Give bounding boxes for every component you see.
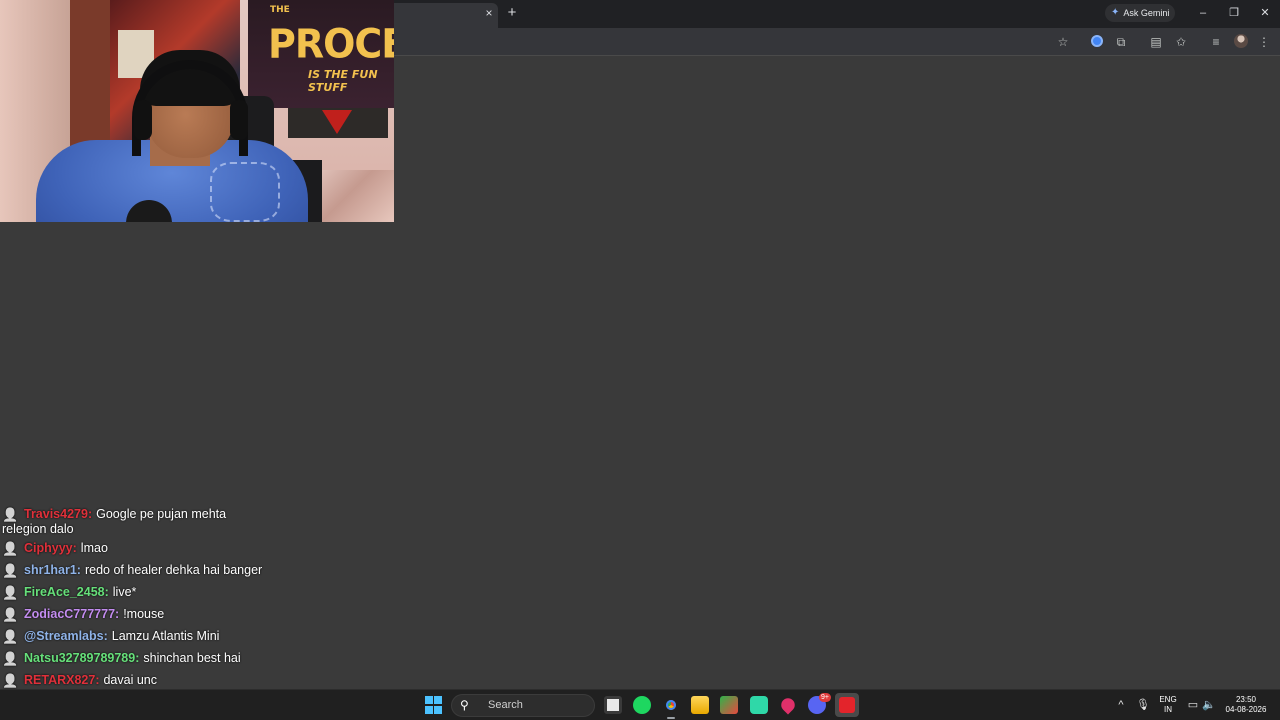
minimize-button[interactable]: – [1195, 5, 1211, 21]
chat-text: redo of healer dehka hai banger [84, 563, 263, 577]
chat-username: ZodiacC777777: [24, 607, 120, 621]
banner-sub-text: IS THE FUN STUFF [308, 68, 378, 94]
spotify-icon[interactable] [633, 696, 651, 714]
chat-message: 👤 Natsu32789789789: shinchan best hai [0, 651, 300, 667]
chat-message: 👤 @Streamlabs: Lamzu Atlantis Mini [0, 629, 300, 645]
ask-gemini-label: Ask Gemini [1123, 8, 1170, 18]
bookmark-star-icon[interactable]: ☆ [1055, 34, 1071, 50]
chat-text-continued: relegion dalo [2, 521, 74, 536]
chat-username: Ciphyyy: [24, 541, 77, 555]
user-avatar-icon: 👤 [2, 541, 19, 556]
restore-button[interactable]: ❐ [1226, 5, 1242, 21]
chat-message: 👤 Ciphyyy: lmao [0, 541, 300, 557]
volume-icon[interactable]: 🔈 [1202, 698, 1216, 712]
chat-message-body: shr1har1: redo of healer dehka hai banger [24, 563, 300, 578]
chat-username: shr1har1: [24, 563, 81, 577]
chat-username: @Streamlabs: [24, 629, 108, 643]
language-indicator[interactable]: ENG IN [1156, 695, 1180, 715]
gemini-spark-icon: ✦ [1111, 7, 1120, 18]
clock[interactable]: 23:50 04-08-2026 [1222, 695, 1270, 715]
chat-text: shinchan best hai [143, 651, 241, 665]
clock-date: 04-08-2026 [1225, 705, 1267, 714]
windows-logo-tile [425, 696, 433, 704]
reading-mode-icon[interactable]: ▤ [1148, 34, 1164, 50]
user-avatar-icon: 👤 [2, 585, 19, 600]
extension-icon[interactable] [1091, 35, 1103, 47]
tab-close-icon[interactable]: × [484, 7, 494, 19]
ask-gemini-button[interactable]: ✦ Ask Gemini [1105, 4, 1175, 22]
chat-username: Travis4279: [24, 507, 93, 521]
chat-message-body: @Streamlabs: Lamzu Atlantis Mini [24, 629, 300, 644]
windows-taskbar: ⚲ Search 9+ ^ 🎙 ENG IN ▭ 🔈 23:50 04-08-2… [0, 689, 1280, 720]
taskbar-search[interactable]: ⚲ Search [451, 694, 595, 717]
extensions-puzzle-icon[interactable]: ⧉ [1113, 34, 1129, 50]
webcam-overlay: THE PROCESS IS THE FUN STUFF [0, 0, 394, 222]
close-window-button[interactable]: ✕ [1257, 5, 1273, 21]
map-pin-icon[interactable] [778, 695, 798, 715]
chat-message: 👤 Travis4279: Google pe pujan mehta relegio… [0, 507, 300, 536]
tray-chevron-icon[interactable]: ^ [1114, 698, 1128, 712]
taskbar-search-label: Search [488, 699, 523, 711]
chat-text: Lamzu Atlantis Mini [111, 629, 220, 643]
shirt-print [210, 162, 280, 222]
game-app-icon[interactable] [750, 696, 768, 714]
user-avatar-icon: 👤 [2, 507, 19, 522]
language-code: ENG [1159, 695, 1177, 704]
chrome-icon[interactable] [662, 696, 680, 714]
user-avatar-icon: 👤 [2, 607, 19, 622]
windows-logo-tile [434, 705, 442, 714]
chat-message-body: RETARX827: davai unc [24, 673, 300, 688]
clock-time: 23:50 [1235, 695, 1257, 704]
user-avatar-icon: 👤 [2, 651, 19, 666]
chat-text: live* [112, 585, 137, 599]
search-icon: ⚲ [460, 698, 469, 712]
profile-avatar[interactable] [1234, 34, 1248, 48]
chat-username: FireAce_2458: [24, 585, 109, 599]
chat-message-body: Travis4279: Google pe pujan mehta relegion… [2, 507, 300, 536]
network-icon[interactable]: ▭ [1186, 698, 1200, 712]
start-button[interactable] [425, 696, 443, 714]
banner-small-text: THE [270, 5, 290, 15]
chat-message: 👤 RETARX827: davai unc [0, 673, 300, 689]
file-explorer-icon[interactable] [691, 696, 709, 714]
headphone-ear-right [230, 100, 248, 140]
chat-text: davai unc [103, 673, 157, 687]
chat-message-body: ZodiacC777777: !mouse [24, 607, 300, 622]
chat-message: 👤 shr1har1: redo of healer dehka hai bange… [0, 563, 300, 579]
windows-logo-tile [425, 705, 433, 714]
task-view-icon[interactable] [604, 696, 622, 714]
microphone-tray-icon[interactable]: 🎙 [1136, 698, 1150, 712]
discord-badge: 9+ [819, 693, 831, 702]
user-avatar-icon: 👤 [2, 673, 19, 688]
user-avatar-icon: 👤 [2, 563, 19, 578]
chat-text: !mouse [123, 607, 165, 621]
chat-message-body: Natsu32789789789: shinchan best hai [24, 651, 300, 666]
media-control-icon[interactable]: ≡ [1208, 34, 1224, 50]
user-avatar-icon: 👤 [2, 629, 19, 644]
chat-text: lmao [80, 541, 108, 555]
chrome-active-indicator [667, 717, 675, 719]
screen: × + ✦ Ask Gemini – ❐ ✕ ☆ ⧉ ▤ ✩ ≡ ⋮ THE P… [0, 0, 1280, 720]
browser-tab[interactable] [394, 3, 498, 28]
chat-message: 👤 FireAce_2458: live* [0, 585, 300, 601]
browser-menu-icon[interactable]: ⋮ [1256, 34, 1272, 50]
chat-text: Google pe pujan mehta [96, 507, 227, 521]
windows-logo-tile [434, 696, 442, 704]
headphone-ear-left [134, 100, 152, 140]
chat-username: RETARX827: [24, 673, 100, 687]
chat-message: 👤 ZodiacC777777: !mouse [0, 607, 300, 623]
chat-message-body: Ciphyyy: lmao [24, 541, 300, 556]
new-tab-button[interactable]: + [505, 5, 519, 21]
chat-username: Natsu32789789789: [24, 651, 140, 665]
streaming-app-icon[interactable] [839, 697, 855, 713]
app-icon[interactable] [720, 696, 738, 714]
banner-big-text: PROCESS [268, 20, 394, 68]
language-region: IN [1164, 705, 1172, 714]
chat-message-body: FireAce_2458: live* [24, 585, 300, 600]
bookmarks-icon[interactable]: ✩ [1173, 34, 1189, 50]
